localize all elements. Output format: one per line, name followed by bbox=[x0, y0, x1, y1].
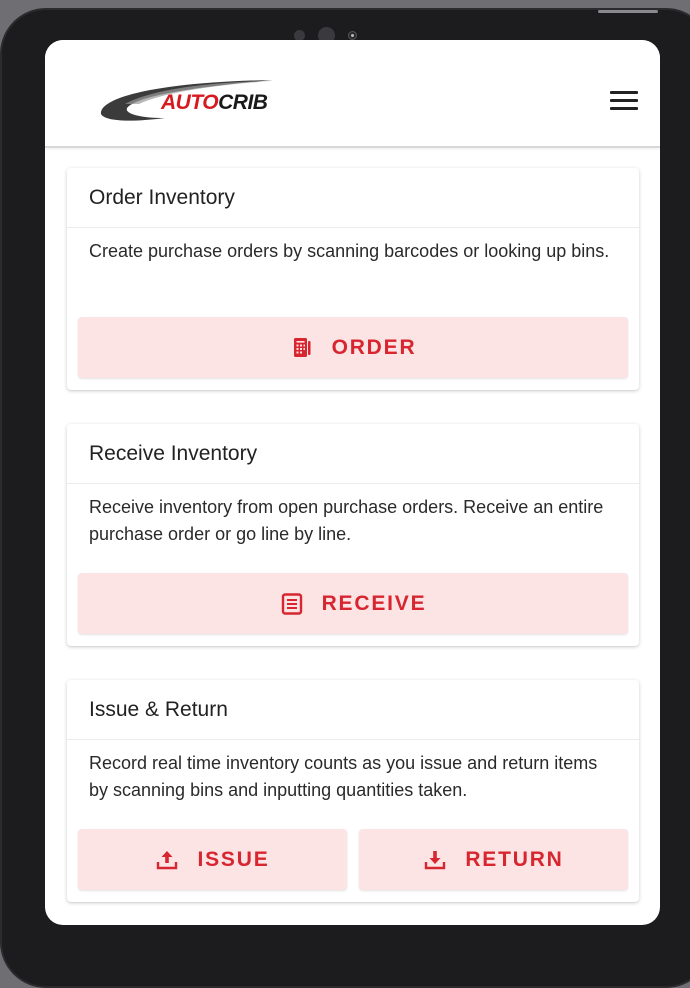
issue-button[interactable]: ISSUE bbox=[78, 829, 347, 890]
card-actions: ORDER bbox=[67, 317, 639, 378]
card-actions: ISSUE RETURN bbox=[67, 829, 639, 890]
menu-line bbox=[610, 91, 638, 94]
issue-button-label: ISSUE bbox=[197, 847, 270, 871]
card-title: Issue & Return bbox=[67, 680, 639, 740]
order-inventory-card: Order Inventory Create purchase orders b… bbox=[67, 168, 639, 390]
receive-inventory-card: Receive Inventory Receive inventory from… bbox=[67, 424, 639, 646]
order-button[interactable]: ORDER bbox=[78, 317, 628, 378]
app-header: AUTOCRIB bbox=[45, 40, 660, 148]
return-button-label: RETURN bbox=[465, 847, 564, 871]
hamburger-menu-icon[interactable] bbox=[610, 91, 640, 115]
card-title: Order Inventory bbox=[67, 168, 639, 228]
order-button-label: ORDER bbox=[331, 335, 417, 359]
logo-auto-text: AUTO bbox=[161, 91, 219, 114]
logo-wordmark: AUTOCRIB bbox=[161, 91, 268, 115]
card-description: Receive inventory from open purchase ord… bbox=[89, 497, 604, 544]
menu-line bbox=[610, 107, 638, 110]
upload-icon bbox=[155, 848, 179, 872]
card-description: Record real time inventory counts as you… bbox=[89, 753, 598, 800]
main-content: Order Inventory Create purchase orders b… bbox=[45, 148, 660, 902]
issue-return-card: Issue & Return Record real time inventor… bbox=[67, 680, 639, 902]
return-button[interactable]: RETURN bbox=[359, 829, 628, 890]
order-icon bbox=[290, 336, 314, 360]
card-title: Receive Inventory bbox=[67, 424, 639, 484]
autocrib-logo[interactable]: AUTOCRIB bbox=[95, 74, 285, 126]
card-description: Create purchase orders by scanning barco… bbox=[89, 241, 610, 261]
card-actions: RECEIVE bbox=[67, 573, 639, 634]
app-screen: AUTOCRIB Order Inventory Create purchase… bbox=[45, 40, 660, 925]
menu-line bbox=[610, 99, 638, 102]
receive-button[interactable]: RECEIVE bbox=[78, 573, 628, 634]
receipt-icon bbox=[280, 592, 304, 616]
logo-crib-text: CRIB bbox=[218, 91, 268, 114]
download-icon bbox=[423, 848, 447, 872]
camera-lens bbox=[348, 31, 357, 40]
device-edge-highlight bbox=[598, 10, 658, 13]
receive-button-label: RECEIVE bbox=[321, 591, 427, 615]
